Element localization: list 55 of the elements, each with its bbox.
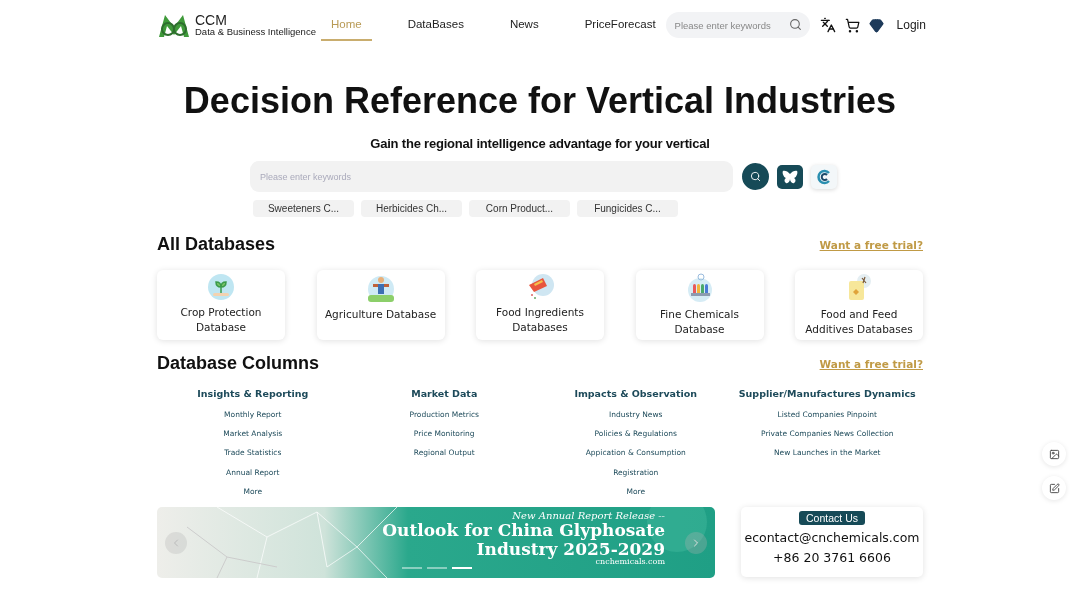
- test-tubes-icon: [685, 273, 714, 303]
- column-heading: Market Data: [411, 388, 478, 399]
- cart-icon[interactable]: [844, 17, 860, 33]
- scarecrow-icon: [366, 273, 395, 303]
- banner-headline: Industry 2025-2029: [476, 539, 665, 559]
- butterfly-icon[interactable]: [782, 169, 798, 184]
- logo-text: CCM: [195, 13, 227, 28]
- column-heading: Impacts & Observation: [574, 388, 698, 399]
- butterfly-button[interactable]: [777, 164, 803, 189]
- logo-button[interactable]: [811, 164, 837, 189]
- image-icon[interactable]: [1048, 448, 1060, 460]
- keyword-chip[interactable]: Herbicides Ch...: [361, 200, 462, 217]
- database-card[interactable]: Fine Chemicals Database: [635, 270, 764, 340]
- search-icon[interactable]: [788, 18, 802, 31]
- edit-icon[interactable]: [1048, 482, 1060, 494]
- keyword-chip[interactable]: Fungicides C...: [577, 200, 678, 217]
- card-label: Crop Protection Database: [179, 305, 263, 335]
- login-link[interactable]: Login: [896, 18, 926, 32]
- database-card[interactable]: Food and Feed Additives Databases: [795, 270, 923, 340]
- logo-icon[interactable]: [816, 168, 832, 185]
- nav-link[interactable]: PriceForecast: [574, 9, 666, 41]
- translate-icon[interactable]: [819, 17, 836, 33]
- edit-button[interactable]: [1042, 476, 1066, 500]
- banner-kicker: New Annual Report Release --: [512, 510, 665, 521]
- nav-link[interactable]: News: [499, 9, 549, 41]
- hero-title: Decision Reference for Vertical Industries: [182, 80, 898, 122]
- contact-email: econtact@cnchemicals.com: [744, 530, 920, 545]
- card-label: Fine Chemicals Database: [659, 307, 740, 337]
- nav-link[interactable]: DataBases: [397, 9, 474, 41]
- gem-icon[interactable]: [868, 17, 884, 33]
- card-label: Food and Feed Additives Databases: [804, 307, 914, 337]
- card-label: Agriculture Database: [323, 307, 438, 322]
- food-bag-icon: [526, 273, 554, 301]
- section-title: All Databases: [157, 234, 276, 255]
- banner-headline: Outlook for China Glyphosate: [382, 521, 665, 540]
- search-button[interactable]: [742, 163, 769, 190]
- section-title: Database Columns: [157, 353, 320, 374]
- contact-phone: +86 20 3761 6606: [773, 550, 891, 565]
- logo-tagline: Data & Business Intelligence: [195, 27, 316, 37]
- seedling-icon: [207, 273, 235, 301]
- search-field[interactable]: Please enter keywords: [250, 161, 733, 192]
- keyword-chip[interactable]: Corn Product...: [469, 200, 570, 217]
- column-heading: Insights & Reporting: [197, 388, 309, 399]
- hero-subtitle: Gain the regional intelligence advantage for your vertical: [369, 136, 711, 151]
- database-card[interactable]: Food Ingredients Databases: [476, 270, 604, 340]
- database-card[interactable]: Agriculture Database: [316, 270, 445, 340]
- contact-button[interactable]: Contact Us: [799, 511, 865, 525]
- card-label: Food Ingredients Databases: [495, 305, 585, 335]
- search-field[interactable]: Please enter keywords: [665, 12, 810, 38]
- keyword-chip[interactable]: Sweeteners C...: [253, 200, 354, 217]
- database-card[interactable]: Crop Protection Database: [157, 270, 285, 340]
- banner-site: cnchemicals.com: [595, 558, 665, 568]
- search-icon[interactable]: [750, 171, 761, 182]
- column-heading: Supplier/Manufactures Dynamics: [738, 388, 916, 399]
- image-button[interactable]: [1042, 442, 1066, 466]
